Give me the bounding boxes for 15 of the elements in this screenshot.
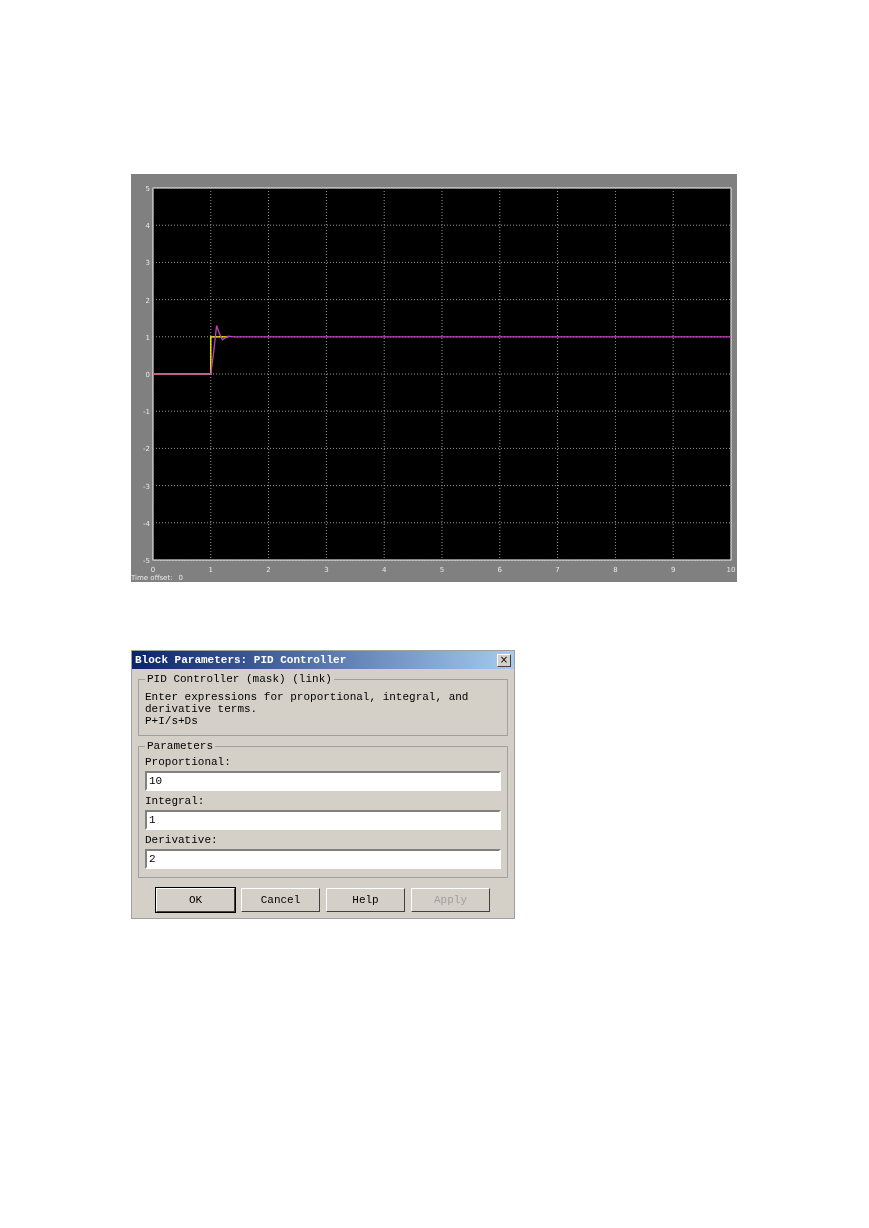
- formula-text: P+I/s+Ds: [145, 715, 199, 727]
- group-legend: Parameters: [145, 740, 215, 752]
- input-field[interactable]: 10: [145, 771, 501, 791]
- dialog-button[interactable]: Help: [326, 888, 405, 912]
- description-text: Enter expressions for proportional, integral, and derivative terms.: [145, 691, 470, 715]
- field-label: Derivative:: [145, 834, 219, 846]
- window-title: Block Parameters: PID Controller: [135, 654, 347, 666]
- input-field[interactable]: 1: [145, 810, 501, 830]
- field-label: Integral:: [145, 795, 206, 807]
- field-label: Proportional:: [145, 756, 232, 768]
- input-field[interactable]: 2: [145, 849, 501, 869]
- dialog-button[interactable]: OK: [156, 888, 235, 912]
- close-button[interactable]: ×: [497, 653, 511, 667]
- dialog-button[interactable]: Cancel: [241, 888, 320, 912]
- group-legend: PID Controller (mask) (link): [145, 673, 334, 685]
